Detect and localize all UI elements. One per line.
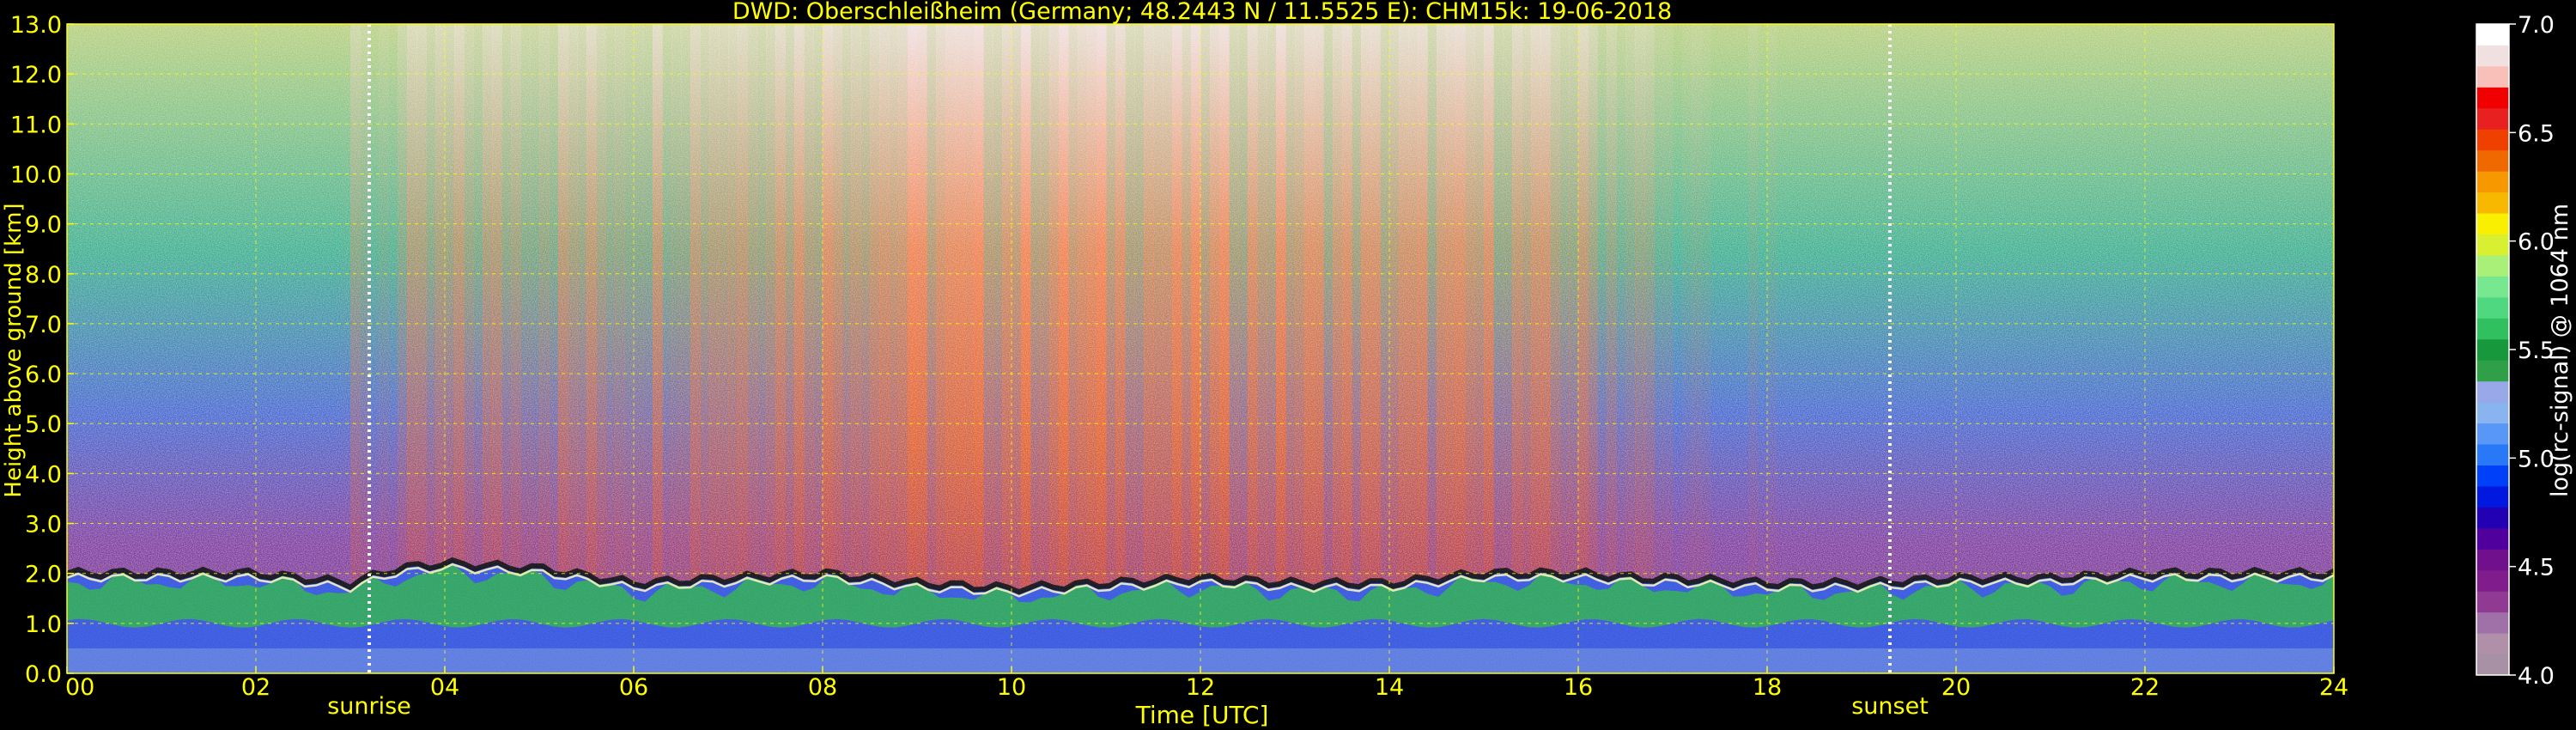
x-tick-label: 12: [1186, 674, 1215, 701]
colorbar-tick-label: 4.5: [2518, 555, 2555, 581]
colorbar-swatch: [2476, 485, 2509, 508]
colorbar-swatch: [2476, 569, 2509, 592]
y-tick-label: 5.0: [25, 411, 62, 438]
colorbar-swatch: [2476, 402, 2509, 424]
colorbar-tick-label: 6.5: [2518, 120, 2555, 147]
colorbar-swatch: [2476, 129, 2509, 151]
colorbar-tick-label: 4.0: [2518, 663, 2555, 690]
x-tick-label: 18: [1753, 674, 1782, 701]
y-tick-label: 10.0: [10, 161, 62, 188]
colorbar-swatch: [2476, 444, 2509, 465]
colorbar-swatch: [2476, 213, 2509, 235]
colorbar-swatch: [2476, 654, 2509, 676]
x-tick-label: 00: [65, 674, 94, 701]
colorbar-swatch: [2476, 611, 2509, 634]
x-tick-label: 06: [619, 674, 648, 701]
y-tick-label: 3.0: [25, 512, 62, 538]
colorbar-swatch: [2476, 296, 2509, 319]
colorbar-swatch: [2476, 45, 2509, 67]
colorbar-swatch: [2476, 171, 2509, 193]
y-tick-label: 7.0: [25, 312, 62, 338]
colorbar-swatch: [2476, 318, 2509, 340]
y-axis-label: Height above ground [km]: [1, 203, 27, 497]
colorbar-swatch: [2476, 24, 2509, 46]
y-tick-label: 0.0: [25, 661, 62, 688]
colorbar-swatch: [2476, 633, 2509, 655]
colorbar-swatch: [2476, 254, 2509, 277]
colorbar-swatch: [2476, 380, 2509, 403]
colorbar-label: log(rc-signal) @ 1064 nm: [2547, 204, 2573, 497]
colorbar-swatch: [2476, 591, 2509, 613]
y-tick-label: 6.0: [25, 362, 62, 388]
colorbar-tick-label: 7.0: [2518, 12, 2555, 39]
colorbar-swatch: [2476, 149, 2509, 172]
y-tick-label: 9.0: [25, 212, 62, 239]
sun-marker-labels: sunrise sunset: [327, 693, 1929, 720]
colorbar-swatch: [2476, 549, 2509, 571]
colorbar-swatch: [2476, 192, 2509, 214]
colorbar-swatch: [2476, 276, 2509, 298]
colorbar-swatch: [2476, 423, 2509, 445]
x-tick-label: 14: [1375, 674, 1404, 701]
x-tick-label: 10: [997, 674, 1026, 701]
colorbar-swatch: [2476, 360, 2509, 382]
y-tick-label: 13.0: [10, 12, 62, 39]
colorbar-swatch: [2476, 465, 2509, 487]
colorbar: [2476, 23, 2510, 676]
ceilometer-chart: DWD: Oberschleißheim (Germany; 48.2443 N…: [1, 0, 2573, 729]
x-axis-label: Time [UTC]: [1135, 701, 1269, 729]
colorbar-swatch: [2476, 234, 2509, 256]
colorbar-swatch: [2476, 107, 2509, 130]
chart-title: DWD: Oberschleißheim (Germany; 48.2443 N…: [732, 0, 1672, 25]
y-tick-label: 11.0: [10, 112, 62, 138]
x-tick-label: 16: [1564, 674, 1593, 701]
colorbar-swatch: [2476, 65, 2509, 88]
marker-label-sunset: sunset: [1851, 693, 1929, 720]
y-tick-label: 12.0: [10, 62, 62, 88]
y-tick-label: 2.0: [25, 562, 62, 588]
x-tick-label: 24: [2319, 674, 2348, 701]
colorbar-swatch: [2476, 527, 2509, 550]
y-tick-label: 4.0: [25, 461, 62, 488]
y-tick-label: 1.0: [25, 611, 62, 638]
x-tick-label: 02: [241, 674, 270, 701]
marker-label-sunrise: sunrise: [327, 693, 411, 720]
x-tick-label: 20: [1941, 674, 1971, 701]
y-tick-label: 8.0: [25, 262, 62, 289]
colorbar-swatch: [2476, 507, 2509, 529]
x-tick-label: 04: [430, 674, 459, 701]
colorbar-swatch: [2476, 87, 2509, 109]
x-tick-label: 22: [2130, 674, 2160, 701]
colorbar-swatch: [2476, 338, 2509, 361]
x-tick-label: 08: [808, 674, 837, 701]
